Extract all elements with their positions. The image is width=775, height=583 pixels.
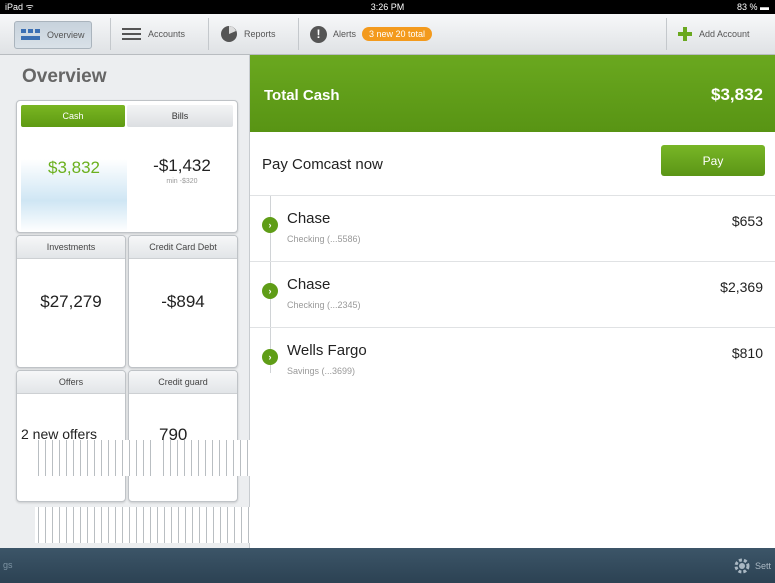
gear-icon bbox=[733, 557, 751, 575]
account-subtitle: Savings (...3699) bbox=[287, 366, 356, 376]
bottom-bar: gs Sett bbox=[0, 548, 775, 583]
tab-alerts-label: Alerts bbox=[333, 29, 357, 39]
account-amount: $2,369 bbox=[720, 279, 763, 295]
account-name: Chase bbox=[287, 276, 331, 293]
status-bar: iPad ᯤ 3:26 PM 83 % ▬ bbox=[0, 0, 775, 14]
tab-overview-label: Overview bbox=[47, 30, 85, 40]
credit-card-debt-value: -$894 bbox=[161, 292, 205, 311]
account-subtitle: Checking (...5586) bbox=[287, 234, 361, 244]
cash-highlight bbox=[21, 128, 127, 232]
plus-icon bbox=[677, 26, 693, 42]
investments-card[interactable]: Investments $27,279 bbox=[16, 235, 126, 368]
alert-icon: ! bbox=[310, 25, 327, 43]
cash-bills-card: Cash Bills $3,832 -$1,432 min -$320 bbox=[16, 100, 238, 233]
main-panel: Total Cash $3,832 Pay Comcast now Pay › … bbox=[250, 55, 775, 548]
settings-label: Sett bbox=[754, 561, 771, 571]
account-amount: $653 bbox=[731, 213, 763, 229]
investments-value: $27,279 bbox=[40, 292, 102, 311]
total-cash-value: $3,832 bbox=[711, 85, 763, 104]
render-artifact bbox=[35, 507, 275, 543]
credit-guard-card[interactable]: Credit guard 790 bbox=[128, 370, 238, 502]
add-account-label: Add Account bbox=[699, 29, 750, 39]
toolbar-divider bbox=[666, 18, 667, 50]
total-cash-bar: Total Cash $3,832 bbox=[250, 55, 775, 132]
tab-accounts[interactable]: Accounts bbox=[122, 21, 185, 47]
account-row[interactable]: › Wells Fargo Savings (...3699) $810 bbox=[250, 328, 775, 393]
tab-accounts-label: Accounts bbox=[148, 29, 186, 39]
bills-value: -$1,432 bbox=[153, 156, 211, 175]
tab-reports[interactable]: Reports bbox=[220, 21, 276, 47]
credit-guard-label: Credit guard bbox=[129, 371, 237, 394]
toolbar-divider bbox=[208, 18, 209, 50]
account-row[interactable]: › Chase Checking (...2345) $2,369 bbox=[250, 262, 775, 328]
chevron-right-icon: › bbox=[262, 217, 278, 233]
credit-card-debt-card[interactable]: Credit Card Debt -$894 bbox=[128, 235, 238, 368]
pie-chart-icon bbox=[220, 25, 238, 43]
account-subtitle: Checking (...2345) bbox=[287, 300, 361, 310]
investments-label: Investments bbox=[17, 236, 125, 259]
account-row[interactable]: › Chase Checking (...5586) $653 bbox=[250, 196, 775, 262]
chevron-right-icon: › bbox=[262, 283, 278, 299]
list-icon bbox=[122, 27, 142, 41]
render-artifact bbox=[35, 440, 155, 476]
page-title: Overview bbox=[22, 66, 107, 87]
cash-value: $3,832 bbox=[48, 158, 100, 177]
tab-overview[interactable]: Overview bbox=[14, 21, 92, 49]
toolbar-divider bbox=[298, 18, 299, 50]
top-toolbar: Overview Accounts Reports ! Alerts 3 new… bbox=[0, 14, 775, 55]
tab-alerts[interactable]: ! Alerts 3 new 20 total bbox=[310, 21, 433, 47]
pay-bill-row: Pay Comcast now Pay bbox=[250, 132, 775, 196]
alerts-badge: 3 new 20 total bbox=[362, 27, 433, 41]
chevron-right-icon: › bbox=[262, 349, 278, 365]
account-name: Chase bbox=[287, 210, 331, 227]
add-account-button[interactable]: Add Account bbox=[677, 21, 750, 47]
bills-min: min -$320 bbox=[166, 178, 198, 185]
pay-bill-text: Pay Comcast now bbox=[262, 156, 383, 173]
tab-bills[interactable]: Bills bbox=[127, 105, 233, 127]
status-time: 3:26 PM bbox=[370, 2, 405, 12]
credit-card-debt-label: Credit Card Debt bbox=[129, 236, 237, 259]
overview-panel: Overview Cash Bills $3,832 -$1,432 min -… bbox=[0, 55, 275, 548]
total-cash-label: Total Cash bbox=[264, 87, 340, 104]
bottom-left-text: gs bbox=[3, 560, 13, 570]
offers-card[interactable]: Offers 2 new offers bbox=[16, 370, 126, 502]
pay-button[interactable]: Pay bbox=[661, 145, 765, 176]
overview-icon bbox=[21, 29, 41, 41]
offers-label: Offers bbox=[17, 371, 125, 394]
settings-button[interactable]: Sett bbox=[733, 557, 771, 575]
account-amount: $810 bbox=[731, 345, 763, 361]
tab-cash[interactable]: Cash bbox=[21, 105, 125, 127]
tab-reports-label: Reports bbox=[244, 29, 276, 39]
account-name: Wells Fargo bbox=[287, 342, 367, 359]
toolbar-divider bbox=[110, 18, 111, 50]
battery-indicator: 83 % ▬ bbox=[736, 2, 769, 12]
